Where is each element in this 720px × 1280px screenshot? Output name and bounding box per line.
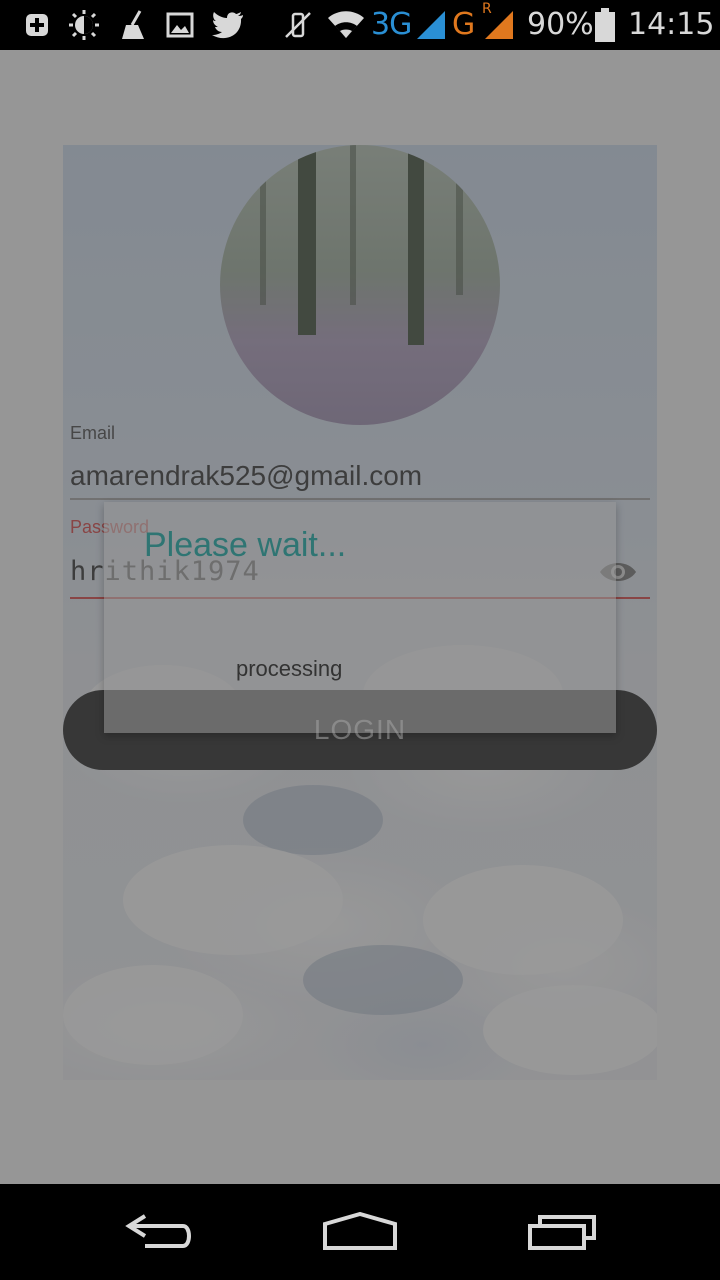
image-icon [164,8,196,42]
signal-icon [482,8,516,42]
wifi-icon [326,8,366,42]
vibrate-icon [280,8,316,42]
recents-icon [528,1215,596,1250]
cleaner-icon [114,8,150,42]
navigation-bar [0,1184,720,1280]
battery-icon [592,8,618,42]
status-bar: 3G G R 90% 14:15 [0,0,720,50]
network-g-label: G [452,7,476,42]
clock: 14:15 [628,7,715,42]
back-button[interactable] [105,1204,215,1260]
battery-percent: 90% [527,7,594,42]
twitter-icon [210,8,246,42]
network-3g-label: 3G [371,7,412,42]
home-icon [323,1212,397,1250]
plus-notification-icon [22,8,52,42]
dim-overlay [0,50,720,1184]
recents-button[interactable] [507,1204,617,1260]
signal-icon [414,8,448,42]
brightness-icon [66,8,102,42]
home-button[interactable] [305,1204,415,1260]
back-icon [125,1214,191,1248]
